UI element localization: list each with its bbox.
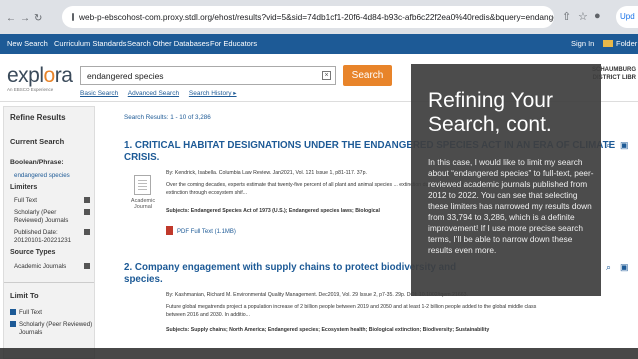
checkbox-checked-icon: [10, 309, 16, 315]
search-button[interactable]: Search: [343, 65, 392, 86]
result-2-abstract-cont: between 2016 and 2030. In additio...: [166, 312, 250, 318]
result-1-type: Academic Journal: [130, 198, 156, 210]
source-types-heading: Source Types: [10, 249, 56, 256]
address-bar[interactable]: web-p-ebscohost-com.proxy.stdl.org/ehost…: [62, 6, 554, 28]
logo-subtitle: An EBSCO Experience: [7, 87, 54, 92]
slide-overlay-panel: Refining Your Search, cont. In this case…: [411, 64, 601, 296]
search-history-link[interactable]: Search History ▸: [189, 90, 237, 97]
result-1-byline: By: Kendrick, Isabella. Columbia Law Rev…: [166, 170, 367, 176]
limit-to-heading[interactable]: Limit To: [10, 291, 39, 300]
limit-full-text-checkbox[interactable]: Full Text: [10, 309, 42, 316]
overlay-title: Refining Your Search, cont.: [428, 89, 553, 136]
lock-icon: [72, 13, 74, 21]
top-nav-bar: New Search Curriculum Standards Search O…: [0, 34, 638, 54]
result-2-title-line-1[interactable]: 2. Company engagement with supply chains…: [124, 262, 456, 273]
results-count: Search Results: 1 - 10 of 3,286: [124, 114, 211, 121]
refine-results-panel: Refine Results Current Search Boolean/Ph…: [3, 106, 95, 359]
result-2-subjects: Subjects: Supply chains; North America; …: [166, 327, 490, 333]
result-1-subjects: Subjects: Endangered Species Act of 1973…: [166, 208, 380, 214]
remove-source-type-icon[interactable]: [84, 263, 90, 269]
add-to-folder-icon[interactable]: ▣: [620, 262, 629, 273]
remove-scholarly-icon[interactable]: [84, 209, 90, 215]
result-1-abstract-cont: extinction through ecosystem shif...: [166, 190, 248, 196]
search-other-databases-link[interactable]: Search Other Databases: [127, 39, 210, 48]
basic-search-link[interactable]: Basic Search: [80, 90, 118, 97]
sidebar-divider: [4, 282, 94, 283]
limiter-full-text: Full Text: [14, 197, 37, 204]
limit-scholarly-checkbox[interactable]: Scholarly (Peer Reviewed): [10, 321, 92, 328]
share-icon[interactable]: ⇧: [562, 10, 571, 23]
explora-logo[interactable]: explora: [7, 64, 73, 88]
back-icon[interactable]: ←: [6, 13, 16, 24]
refine-results-title: Refine Results: [10, 113, 66, 122]
result-1-title-line-2[interactable]: CRISIS.: [124, 152, 159, 163]
preview-icon[interactable]: ⌕: [606, 140, 611, 151]
limiters-heading: Limiters: [10, 184, 38, 191]
limiter-scholarly-cont: Reviewed) Journals: [14, 217, 69, 224]
limit-scholarly-cont: Journals: [19, 329, 43, 336]
pdf-icon: [166, 226, 173, 235]
remove-date-icon[interactable]: [84, 229, 90, 235]
boolean-phrase-value[interactable]: endangered species: [14, 172, 70, 179]
clear-search-icon[interactable]: ×: [322, 71, 331, 80]
reload-icon[interactable]: ↻: [34, 13, 42, 24]
curriculum-standards-link[interactable]: Curriculum Standards: [54, 39, 127, 48]
folder-link[interactable]: Folder: [603, 39, 637, 48]
overlay-body-text: In this case, I would like to limit my s…: [428, 157, 594, 255]
limiter-published-date: Published Date:: [14, 229, 58, 236]
academic-journal-icon: [134, 175, 151, 195]
remove-full-text-icon[interactable]: [84, 197, 90, 203]
sign-in-link[interactable]: Sign In: [571, 39, 594, 48]
forward-icon[interactable]: →: [20, 13, 30, 24]
checkbox-checked-icon: [10, 321, 16, 327]
result-2-title-line-2[interactable]: species.: [124, 274, 163, 285]
add-to-folder-icon[interactable]: ▣: [620, 140, 629, 151]
new-search-link[interactable]: New Search: [7, 39, 48, 48]
boolean-phrase-label: Boolean/Phrase:: [10, 159, 64, 166]
update-button[interactable]: Upd: [616, 6, 638, 28]
search-input-value: endangered species: [87, 71, 164, 81]
current-search-heading[interactable]: Current Search: [10, 137, 64, 146]
search-input[interactable]: endangered species ×: [80, 66, 336, 85]
preview-icon[interactable]: ⌕: [606, 262, 611, 273]
search-sublinks: Basic Search Advanced Search Search Hist…: [80, 89, 245, 97]
source-type-academic: Academic Journals: [14, 263, 67, 270]
result-1-pdf-link[interactable]: PDF Full Text (1.1MB): [166, 226, 236, 235]
browser-chrome: ← → ↻ web-p-ebscohost-com.proxy.stdl.org…: [0, 0, 638, 34]
bottom-toolbar: [0, 348, 638, 359]
advanced-search-link[interactable]: Advanced Search: [128, 90, 179, 97]
result-2-abstract: Future global megatrends project a popul…: [166, 304, 537, 310]
folder-icon: [603, 40, 613, 47]
folder-label: Folder: [616, 39, 638, 48]
bookmark-star-icon[interactable]: ☆: [578, 10, 588, 23]
limiter-scholarly: Scholarly (Peer: [14, 209, 57, 216]
profile-icon[interactable]: ●: [594, 10, 601, 22]
limiter-date-range: 20120101-20221231: [14, 237, 72, 244]
url-text: web-p-ebscohost-com.proxy.stdl.org/ehost…: [79, 12, 554, 22]
for-educators-link[interactable]: For Educators: [210, 39, 257, 48]
